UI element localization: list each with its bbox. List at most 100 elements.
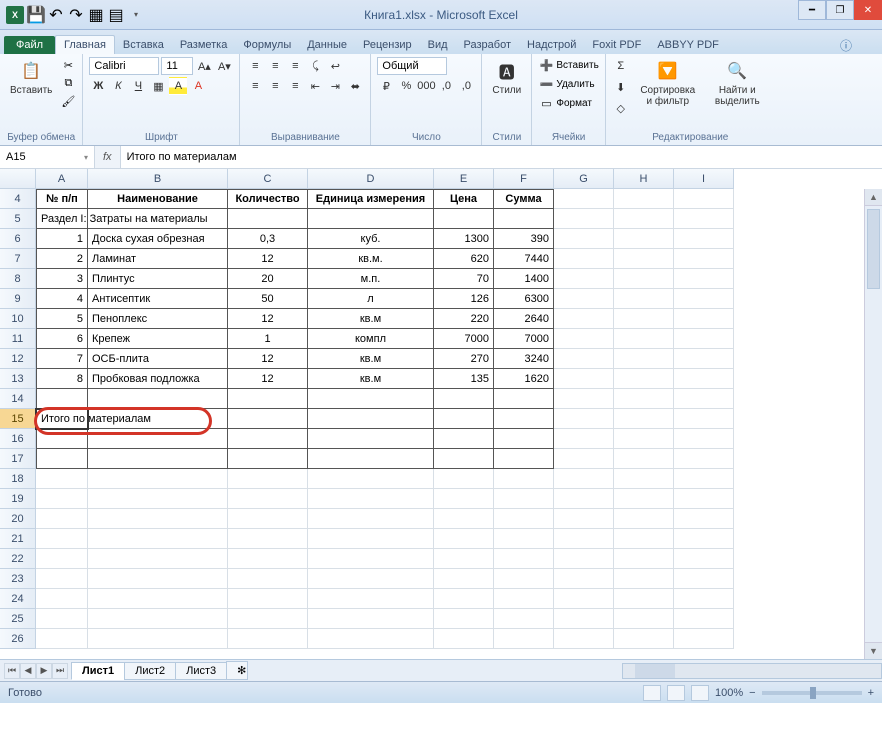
row-header-17[interactable]: 17 — [0, 449, 36, 469]
tab-insert[interactable]: Вставка — [115, 36, 172, 54]
currency-icon[interactable]: ₽ — [377, 77, 395, 95]
cell-G18[interactable] — [554, 469, 614, 489]
minimize-button[interactable]: ━ — [798, 0, 826, 20]
cell-A10[interactable]: 5 — [36, 309, 88, 329]
column-header-D[interactable]: D — [308, 169, 434, 189]
cell-I15[interactable] — [674, 409, 734, 429]
cell-G22[interactable] — [554, 549, 614, 569]
cell-G20[interactable] — [554, 509, 614, 529]
cell-I16[interactable] — [674, 429, 734, 449]
cell-D12[interactable]: кв.м — [308, 349, 434, 369]
cell-C6[interactable]: 0,3 — [228, 229, 308, 249]
cell-C24[interactable] — [228, 589, 308, 609]
cell-I23[interactable] — [674, 569, 734, 589]
cell-C4[interactable]: Количество — [228, 189, 308, 209]
bold-button[interactable]: Ж — [89, 77, 107, 95]
tab-developer[interactable]: Разработ — [456, 36, 519, 54]
cell-C15[interactable] — [228, 409, 308, 429]
cell-G25[interactable] — [554, 609, 614, 629]
cell-D21[interactable] — [308, 529, 434, 549]
sheet-nav-prev-icon[interactable]: ◀ — [20, 663, 36, 679]
cell-A12[interactable]: 7 — [36, 349, 88, 369]
cell-G13[interactable] — [554, 369, 614, 389]
cell-I9[interactable] — [674, 289, 734, 309]
redo-icon[interactable]: ↷ — [68, 7, 84, 23]
cell-C17[interactable] — [228, 449, 308, 469]
find-select-button[interactable]: 🔍 Найти и выделить — [706, 57, 769, 109]
row-header-11[interactable]: 11 — [0, 329, 36, 349]
cell-F14[interactable] — [494, 389, 554, 409]
cell-H25[interactable] — [614, 609, 674, 629]
tab-file[interactable]: Файл — [4, 36, 55, 54]
cell-F22[interactable] — [494, 549, 554, 569]
cell-C11[interactable]: 1 — [228, 329, 308, 349]
cell-G14[interactable] — [554, 389, 614, 409]
align-center-icon[interactable]: ≡ — [266, 77, 284, 95]
cell-A17[interactable] — [36, 449, 88, 469]
undo-icon[interactable]: ↶ — [48, 7, 64, 23]
cell-C22[interactable] — [228, 549, 308, 569]
row-header-19[interactable]: 19 — [0, 489, 36, 509]
italic-button[interactable]: К — [109, 77, 127, 95]
fill-color-button[interactable]: A — [169, 77, 187, 95]
align-right-icon[interactable]: ≡ — [286, 77, 304, 95]
cell-A14[interactable] — [36, 389, 88, 409]
cell-I8[interactable] — [674, 269, 734, 289]
paste-button[interactable]: 📋 Вставить — [6, 57, 56, 98]
autosum-icon[interactable]: Σ — [612, 57, 630, 75]
cell-G21[interactable] — [554, 529, 614, 549]
tab-foxit[interactable]: Foxit PDF — [584, 36, 649, 54]
cell-E26[interactable] — [434, 629, 494, 649]
cell-C12[interactable]: 12 — [228, 349, 308, 369]
copy-icon[interactable]: ⧉ — [60, 75, 76, 91]
align-top-icon[interactable]: ≡ — [246, 57, 264, 75]
cell-I7[interactable] — [674, 249, 734, 269]
merge-button[interactable]: ⬌ — [346, 77, 364, 95]
cell-F15[interactable] — [494, 409, 554, 429]
cell-D4[interactable]: Единица измерения — [308, 189, 434, 209]
cell-H4[interactable] — [614, 189, 674, 209]
row-header-22[interactable]: 22 — [0, 549, 36, 569]
cell-A5[interactable]: Раздел I: Затраты на материалы — [36, 209, 88, 229]
cut-icon[interactable]: ✂ — [60, 57, 76, 73]
cell-H15[interactable] — [614, 409, 674, 429]
cell-H14[interactable] — [614, 389, 674, 409]
cell-H21[interactable] — [614, 529, 674, 549]
cell-F8[interactable]: 1400 — [494, 269, 554, 289]
cell-I18[interactable] — [674, 469, 734, 489]
cell-I22[interactable] — [674, 549, 734, 569]
cell-F5[interactable] — [494, 209, 554, 229]
cell-F9[interactable]: 6300 — [494, 289, 554, 309]
cell-I26[interactable] — [674, 629, 734, 649]
namebox-dropdown-icon[interactable]: ▾ — [84, 153, 88, 162]
cell-A18[interactable] — [36, 469, 88, 489]
close-button[interactable]: ✕ — [854, 0, 882, 20]
cell-G7[interactable] — [554, 249, 614, 269]
cell-D11[interactable]: компл — [308, 329, 434, 349]
normal-view-button[interactable] — [643, 685, 661, 701]
increase-font-icon[interactable]: A▴ — [195, 57, 213, 75]
cell-D18[interactable] — [308, 469, 434, 489]
row-header-12[interactable]: 12 — [0, 349, 36, 369]
page-layout-view-button[interactable] — [667, 685, 685, 701]
row-header-25[interactable]: 25 — [0, 609, 36, 629]
fill-icon[interactable]: ⬇ — [612, 78, 630, 96]
zoom-slider-thumb[interactable] — [810, 687, 816, 699]
cell-C25[interactable] — [228, 609, 308, 629]
cell-I25[interactable] — [674, 609, 734, 629]
cell-H20[interactable] — [614, 509, 674, 529]
cell-E21[interactable] — [434, 529, 494, 549]
cell-F6[interactable]: 390 — [494, 229, 554, 249]
sheet-nav-next-icon[interactable]: ▶ — [36, 663, 52, 679]
cell-B8[interactable]: Плинтус — [88, 269, 228, 289]
fx-icon[interactable]: fx — [103, 151, 112, 163]
cell-C13[interactable]: 12 — [228, 369, 308, 389]
cell-H9[interactable] — [614, 289, 674, 309]
cell-F23[interactable] — [494, 569, 554, 589]
scroll-down-icon[interactable]: ▼ — [865, 642, 882, 659]
cell-F11[interactable]: 7000 — [494, 329, 554, 349]
cell-I21[interactable] — [674, 529, 734, 549]
cell-E17[interactable] — [434, 449, 494, 469]
cell-H12[interactable] — [614, 349, 674, 369]
cell-F16[interactable] — [494, 429, 554, 449]
